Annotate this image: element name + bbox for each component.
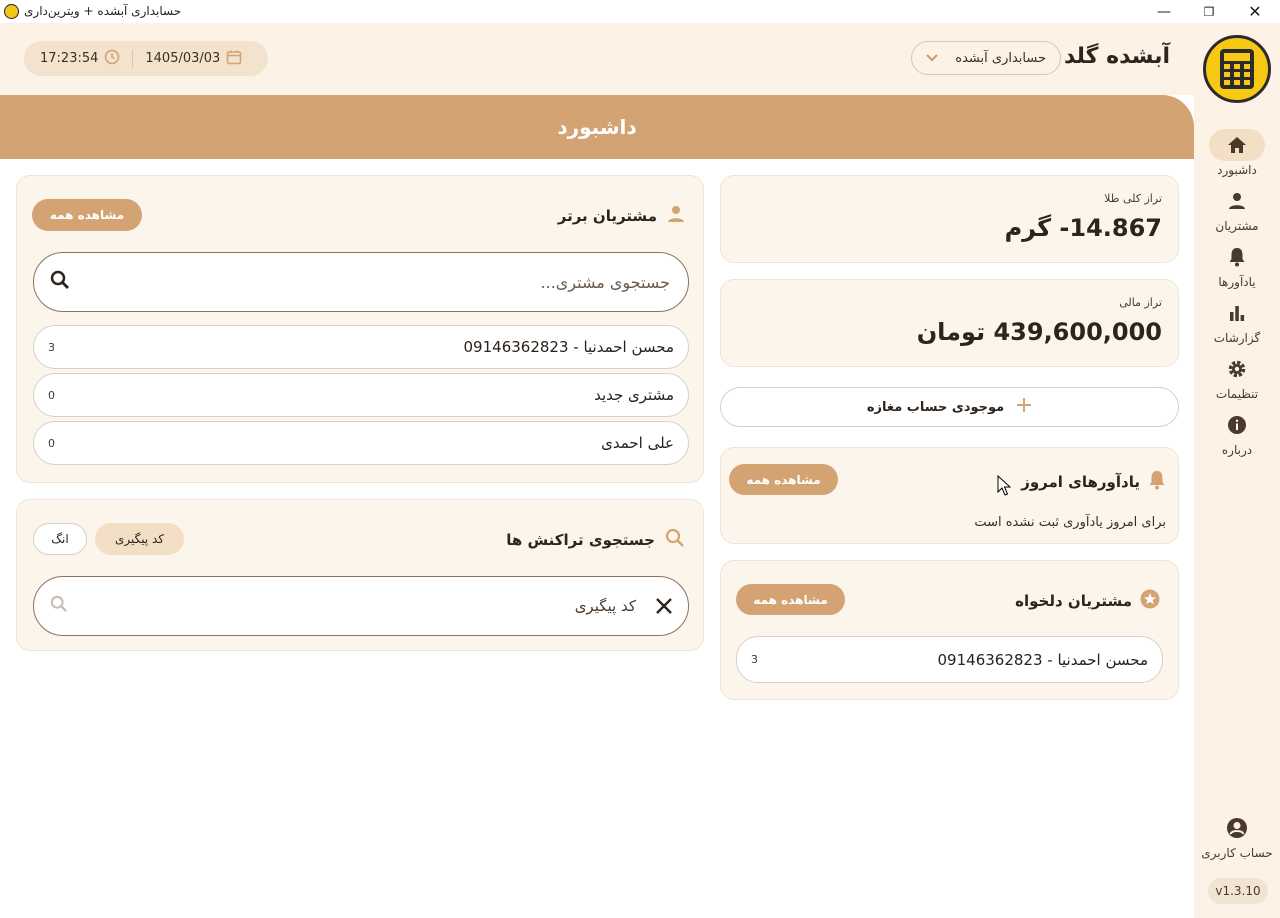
tracking-code-input[interactable]: کد پیگیری <box>33 576 689 636</box>
sidebar-item-label: تنظیمات <box>1215 387 1259 401</box>
financial-balance-card: تراز مالی 439,600,000 تومان <box>720 279 1179 367</box>
page-title: داشبورد <box>557 115 637 139</box>
sidebar-item-label: حساب کاربری <box>1201 846 1273 860</box>
customer-count: 0 <box>48 388 55 402</box>
search-icon <box>665 528 685 552</box>
gold-balance-value: 14.867- گرم <box>1004 214 1162 242</box>
window-title: حسابداری آبشده + ویترین‌داری <box>24 4 182 18</box>
date-time-box: 17:23:54 1405/03/03 <box>24 41 268 76</box>
app-logo <box>1203 35 1271 103</box>
reminders-title: یادآورهای امروز <box>1021 473 1140 491</box>
transaction-search-header: جستجوی تراکنش ها <box>506 528 685 552</box>
top-customers-header: مشتریان برتر <box>558 205 685 227</box>
app-icon <box>4 4 19 19</box>
search-icon <box>50 595 68 617</box>
table-row[interactable]: محسن احمدنیا - 09146362823 3 <box>33 325 689 369</box>
bell-icon <box>1209 241 1265 273</box>
financial-balance-value: 439,600,000 تومان <box>916 318 1162 346</box>
sidebar-item-reminders[interactable]: یادآورها <box>1196 241 1278 289</box>
sidebar-item-about[interactable]: درباره <box>1196 409 1278 457</box>
sidebar-item-label: درباره <box>1221 443 1253 457</box>
customer-name: محسن احمدنیا - 09146362823 <box>937 650 1148 669</box>
bar-chart-icon <box>1209 297 1265 329</box>
transaction-search-title: جستجوی تراکنش ها <box>506 531 655 549</box>
customer-name: محسن احمدنیا - 09146362823 <box>463 338 674 356</box>
chevron-down-icon <box>926 51 938 66</box>
transaction-search-card: جستجوی تراکنش ها کد پیگیری انگ کد پیگیری <box>16 499 704 651</box>
customer-search-placeholder: جستجوی مشتری... <box>540 272 670 292</box>
reminders-header: یادآورهای امروز <box>1021 470 1166 494</box>
table-row[interactable]: علی احمدی 0 <box>33 421 689 465</box>
reminders-card: یادآورهای امروز مشاهده همه برای امروز یا… <box>720 447 1179 544</box>
minimize-button[interactable]: — <box>1141 0 1187 23</box>
date-text: 1405/03/03 <box>145 51 221 66</box>
sidebar-item-label: مشتریان <box>1215 219 1259 233</box>
customer-count: 3 <box>751 653 758 666</box>
sidebar-item-label: یادآورها <box>1218 275 1256 289</box>
customer-name: علی احمدی <box>601 434 674 452</box>
tracking-code-chip[interactable]: کد پیگیری <box>95 523 184 555</box>
financial-balance-label: تراز مالی <box>1119 296 1162 309</box>
window-titlebar: حسابداری آبشده + ویترین‌داری — ❐ ✕ <box>0 0 1280 23</box>
calendar-icon <box>226 49 242 69</box>
account-select-value: حسابداری آبشده <box>955 50 1046 66</box>
plus-icon <box>1016 397 1032 417</box>
customer-count: 3 <box>48 340 55 354</box>
list-item[interactable]: محسن احمدنیا - 09146362823 3 <box>736 636 1163 683</box>
favorites-title: مشتریان دلخواه <box>1015 592 1132 610</box>
info-icon <box>1209 409 1265 441</box>
tracking-code-placeholder: کد پیگیری <box>574 597 636 615</box>
star-icon <box>1140 589 1160 613</box>
person-icon <box>667 205 685 227</box>
gold-balance-card: تراز کلی طلا 14.867- گرم <box>720 175 1179 263</box>
sidebar-item-dashboard[interactable]: داشبورد <box>1196 129 1278 177</box>
reminders-empty-text: برای امروز یادآوری ثبت نشده است <box>974 515 1166 530</box>
shop-balance-label: موجودی حساب مغازه <box>866 399 1005 415</box>
sidebar-item-settings[interactable]: تنظیمات <box>1196 353 1278 401</box>
maximize-button[interactable]: ❐ <box>1186 0 1232 23</box>
home-icon <box>1209 129 1265 161</box>
shop-balance-button[interactable]: موجودی حساب مغازه <box>720 387 1179 427</box>
top-customers-title: مشتریان برتر <box>557 207 657 225</box>
sidebar-item-customers[interactable]: مشتریان <box>1196 185 1278 233</box>
sidebar-item-account[interactable]: حساب کاربری <box>1196 812 1278 860</box>
gold-balance-label: تراز کلی طلا <box>1104 192 1162 205</box>
close-button[interactable]: ✕ <box>1232 0 1278 23</box>
top-customers-card: مشتریان برتر مشاهده همه جستجوی مشتری... … <box>16 175 704 483</box>
search-icon <box>50 270 70 294</box>
reminders-view-all-button[interactable]: مشاهده همه <box>729 464 838 495</box>
clock-icon <box>104 49 120 69</box>
sidebar-item-reports[interactable]: گزارشات <box>1196 297 1278 345</box>
brand-title: آبشده گلد <box>1063 44 1170 69</box>
account-circle-icon <box>1209 812 1265 844</box>
table-row[interactable]: مشتری جدید 0 <box>33 373 689 417</box>
top-customers-view-all-button[interactable]: مشاهده همه <box>32 199 142 231</box>
favorites-card: مشتریان دلخواه مشاهده همه محسن احمدنیا -… <box>720 560 1179 700</box>
page-banner: داشبورد <box>0 95 1194 159</box>
bell-icon <box>1148 470 1166 494</box>
favorites-header: مشتریان دلخواه <box>1015 589 1160 613</box>
customer-name: مشتری جدید <box>594 386 674 404</box>
customer-search-input[interactable]: جستجوی مشتری... <box>33 252 689 312</box>
calculator-icon <box>1220 49 1254 89</box>
person-icon <box>1209 185 1265 217</box>
time-text: 17:23:54 <box>40 51 99 66</box>
clear-icon[interactable] <box>655 597 673 615</box>
account-select[interactable]: حسابداری آبشده <box>911 41 1061 75</box>
sidebar-item-label: داشبورد <box>1217 163 1257 177</box>
mouse-cursor-icon <box>997 474 1012 501</box>
sidebar-item-label: گزارشات <box>1213 331 1261 345</box>
version-badge: v1.3.10 <box>1208 878 1268 904</box>
gear-icon <box>1209 353 1265 385</box>
favorites-view-all-button[interactable]: مشاهده همه <box>736 584 845 615</box>
ang-chip[interactable]: انگ <box>33 523 87 555</box>
customer-count: 0 <box>48 436 55 450</box>
